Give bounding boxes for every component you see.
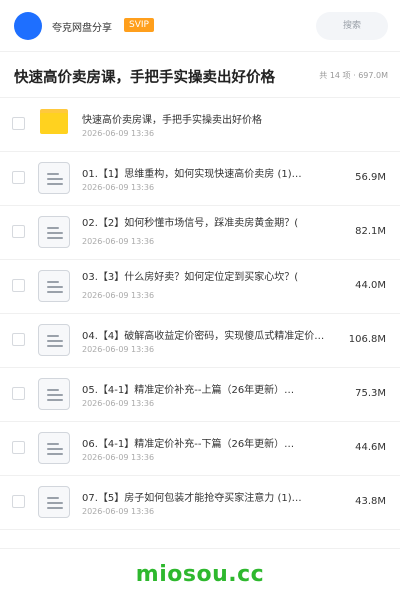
item-summary: 共 14 项 · 697.0M	[319, 71, 388, 80]
svip-badge: SVIP	[124, 18, 154, 32]
file-icon	[38, 324, 70, 356]
search-input[interactable]: 搜索	[316, 12, 388, 40]
select-checkbox[interactable]	[12, 495, 25, 508]
item-date: 2026-06-09 13:36	[82, 237, 155, 246]
watermark: miosou.cc	[135, 562, 265, 587]
select-checkbox[interactable]	[12, 441, 25, 454]
select-checkbox[interactable]	[12, 387, 25, 400]
item-name: 04.【4】破解高收益定价密码，实现傻瓜式精准定价…	[82, 331, 325, 342]
select-checkbox[interactable]	[12, 333, 25, 346]
item-date: 2026-06-09 13:36	[82, 345, 155, 354]
divider	[0, 548, 400, 549]
item-size: 43.8M	[355, 496, 386, 507]
title-row: 快速高价卖房课，手把手实操卖出好价格 共 14 项 · 697.0M	[0, 52, 400, 98]
item-date: 2026-06-09 13:36	[82, 399, 155, 408]
user-name: 夸克网盘分享	[52, 23, 112, 34]
file-list: 快速高价卖房课，手把手实操卖出好价格 2026-06-09 13:36 01.【…	[0, 98, 400, 530]
item-name: 05.【4-1】精准定价补充--上篇（26年更新）…	[82, 385, 295, 396]
list-item[interactable]: 02.【2】如何秒懂市场信号，踩准卖房黄金期？( 2026-06-09 13:3…	[0, 206, 400, 260]
item-size: 44.0M	[355, 280, 386, 291]
select-checkbox[interactable]	[12, 279, 25, 292]
file-icon	[38, 216, 70, 248]
file-icon	[38, 270, 70, 302]
item-size: 56.9M	[355, 172, 386, 183]
item-size: 75.3M	[355, 388, 386, 399]
list-item[interactable]: 01.【1】思维重构，如何实现快速高价卖房 (1)… 2026-06-09 13…	[0, 152, 400, 206]
item-size: 44.6M	[355, 442, 386, 453]
select-checkbox[interactable]	[12, 225, 25, 238]
item-name: 06.【4-1】精准定价补充--下篇（26年更新）…	[82, 439, 295, 450]
select-checkbox[interactable]	[12, 117, 25, 130]
select-checkbox[interactable]	[12, 171, 25, 184]
list-item[interactable]: 04.【4】破解高收益定价密码，实现傻瓜式精准定价… 2026-06-09 13…	[0, 314, 400, 368]
item-name: 07.【5】房子如何包装才能抢夺买家注意力 (1)…	[82, 493, 302, 504]
page-title: 快速高价卖房课，手把手实操卖出好价格	[14, 70, 275, 86]
file-icon	[38, 378, 70, 410]
file-icon	[38, 432, 70, 464]
list-item[interactable]: 03.【3】什么房好卖？如何定位定到买家心坎？( 2026-06-09 13:3…	[0, 260, 400, 314]
item-size: 106.8M	[348, 334, 386, 345]
file-icon	[38, 486, 70, 518]
item-name: 快速高价卖房课，手把手实操卖出好价格	[82, 115, 262, 126]
avatar[interactable]	[14, 12, 42, 40]
item-name: 01.【1】思维重构，如何实现快速高价卖房 (1)…	[82, 169, 302, 180]
item-date: 2026-06-09 13:36	[82, 129, 155, 138]
list-item-folder[interactable]: 快速高价卖房课，手把手实操卖出好价格 2026-06-09 13:36	[0, 98, 400, 152]
list-item[interactable]: 06.【4-1】精准定价补充--下篇（26年更新）… 2026-06-09 13…	[0, 422, 400, 476]
list-item[interactable]: 07.【5】房子如何包装才能抢夺买家注意力 (1)… 2026-06-09 13…	[0, 476, 400, 530]
item-date: 2026-06-09 13:36	[82, 507, 155, 516]
item-date: 2026-06-09 13:36	[82, 183, 155, 192]
header: 夸克网盘分享 SVIP 搜索	[0, 0, 400, 52]
file-icon	[38, 162, 70, 194]
list-item[interactable]: 05.【4-1】精准定价补充--上篇（26年更新）… 2026-06-09 13…	[0, 368, 400, 422]
item-date: 2026-06-09 13:36	[82, 291, 155, 300]
folder-icon	[40, 109, 68, 134]
item-date: 2026-06-09 13:36	[82, 453, 155, 462]
item-size: 82.1M	[355, 226, 386, 237]
